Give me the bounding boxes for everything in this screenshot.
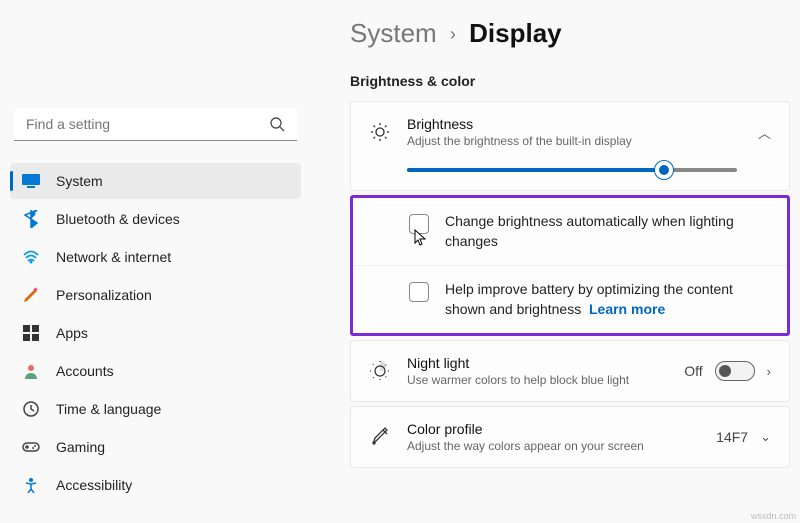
accounts-icon bbox=[22, 362, 40, 380]
watermark: wsxdn.com bbox=[751, 511, 796, 521]
sidebar-item-gaming[interactable]: Gaming bbox=[10, 429, 301, 465]
sidebar-item-label: Network & internet bbox=[56, 249, 171, 265]
sidebar-item-time[interactable]: Time & language bbox=[10, 391, 301, 427]
slider-thumb[interactable] bbox=[655, 161, 673, 179]
sidebar-item-label: Bluetooth & devices bbox=[56, 211, 180, 227]
night-light-toggle[interactable] bbox=[715, 361, 755, 381]
learn-more-link[interactable]: Learn more bbox=[589, 301, 665, 317]
chevron-right-icon[interactable]: › bbox=[767, 364, 771, 379]
sidebar-item-personalization[interactable]: Personalization bbox=[10, 277, 301, 313]
breadcrumb-current: Display bbox=[469, 18, 562, 48]
system-icon bbox=[22, 172, 40, 190]
auto-brightness-row[interactable]: Change brightness automatically when lig… bbox=[353, 198, 787, 266]
sidebar-item-label: Apps bbox=[56, 325, 88, 341]
sidebar-item-label: Time & language bbox=[56, 401, 161, 417]
battery-optimize-checkbox[interactable] bbox=[409, 282, 429, 302]
search-box[interactable] bbox=[14, 108, 297, 141]
battery-optimize-label: Help improve battery by optimizing the c… bbox=[445, 280, 769, 319]
chevron-down-icon[interactable]: ⌄ bbox=[760, 429, 771, 445]
time-icon bbox=[22, 400, 40, 418]
search-icon bbox=[269, 116, 285, 132]
sidebar-item-accessibility[interactable]: Accessibility bbox=[10, 467, 301, 503]
night-light-icon bbox=[369, 360, 391, 382]
night-light-state: Off bbox=[684, 363, 702, 379]
brightness-slider[interactable] bbox=[407, 168, 737, 172]
search-input[interactable] bbox=[26, 116, 269, 132]
color-profile-card[interactable]: Color profile Adjust the way colors appe… bbox=[350, 406, 790, 468]
sidebar-item-label: Accounts bbox=[56, 363, 114, 379]
sidebar-item-bluetooth[interactable]: Bluetooth & devices bbox=[10, 201, 301, 237]
section-title: Brightness & color bbox=[350, 73, 790, 89]
brightness-title: Brightness bbox=[407, 116, 742, 132]
auto-brightness-checkbox[interactable] bbox=[409, 214, 429, 234]
color-profile-value: 14F7 bbox=[716, 429, 748, 445]
sidebar-item-label: Personalization bbox=[56, 287, 152, 303]
slider-fill bbox=[407, 168, 664, 172]
network-icon bbox=[22, 248, 40, 266]
chevron-right-icon: › bbox=[450, 24, 456, 44]
sidebar-item-network[interactable]: Network & internet bbox=[10, 239, 301, 275]
brightness-icon bbox=[369, 121, 391, 143]
highlighted-options: Change brightness automatically when lig… bbox=[350, 195, 790, 336]
cursor-icon bbox=[414, 229, 428, 247]
breadcrumb-parent[interactable]: System bbox=[350, 18, 437, 48]
brightness-card: Brightness Adjust the brightness of the … bbox=[350, 101, 790, 191]
bluetooth-icon bbox=[22, 210, 40, 228]
color-profile-title: Color profile bbox=[407, 421, 700, 437]
gaming-icon bbox=[22, 438, 40, 456]
personalization-icon bbox=[22, 286, 40, 304]
accessibility-icon bbox=[22, 476, 40, 494]
sidebar-item-apps[interactable]: Apps bbox=[10, 315, 301, 351]
night-light-card[interactable]: Night light Use warmer colors to help bl… bbox=[350, 340, 790, 402]
sidebar-item-label: Gaming bbox=[56, 439, 105, 455]
sidebar-item-label: System bbox=[56, 173, 103, 189]
brightness-header[interactable]: Brightness Adjust the brightness of the … bbox=[351, 102, 789, 162]
sidebar-item-accounts[interactable]: Accounts bbox=[10, 353, 301, 389]
night-light-title: Night light bbox=[407, 355, 668, 371]
sidebar-item-label: Accessibility bbox=[56, 477, 132, 493]
sidebar-item-system[interactable]: System bbox=[10, 163, 301, 199]
apps-icon bbox=[22, 324, 40, 342]
color-profile-icon bbox=[369, 426, 391, 448]
chevron-up-icon[interactable]: ︿ bbox=[758, 123, 771, 142]
breadcrumb: System › Display bbox=[350, 18, 790, 49]
night-light-sub: Use warmer colors to help block blue lig… bbox=[407, 373, 668, 387]
brightness-sub: Adjust the brightness of the built-in di… bbox=[407, 134, 742, 148]
battery-optimize-row[interactable]: Help improve battery by optimizing the c… bbox=[353, 266, 787, 333]
auto-brightness-label: Change brightness automatically when lig… bbox=[445, 212, 769, 251]
color-profile-sub: Adjust the way colors appear on your scr… bbox=[407, 439, 700, 453]
